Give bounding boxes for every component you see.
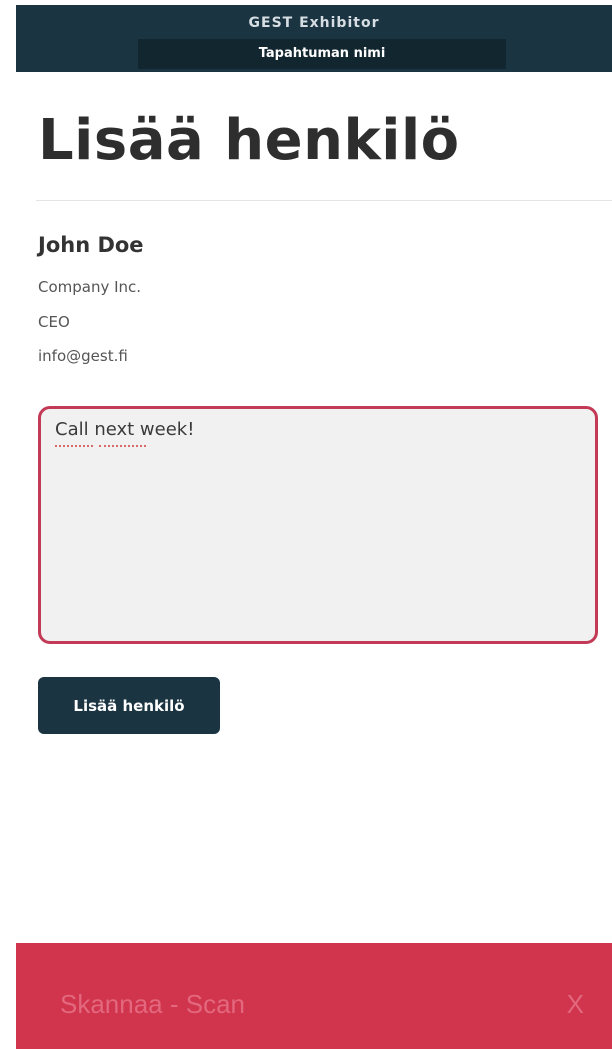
app-header: GEST Exhibitor Tapahtuman nimi (16, 5, 612, 72)
contact-email: info@gest.fi (38, 347, 128, 365)
title-divider (36, 200, 612, 201)
note-textarea[interactable] (38, 406, 598, 644)
event-name[interactable]: Tapahtuman nimi (138, 39, 506, 69)
spellcheck-underline (99, 443, 146, 447)
contact-role: CEO (38, 313, 70, 331)
contact-company: Company Inc. (38, 278, 142, 296)
page-title: Lisää henkilö (38, 108, 460, 173)
scan-label[interactable]: Skannaa - Scan (60, 989, 245, 1020)
add-person-screen: GEST Exhibitor Tapahtuman nimi Lisää hen… (0, 0, 612, 1049)
add-person-button[interactable]: Lisää henkilö (38, 677, 220, 734)
spellcheck-underline (55, 443, 93, 447)
contact-name: John Doe (38, 233, 144, 257)
app-title: GEST Exhibitor (248, 15, 380, 31)
close-icon[interactable]: X (567, 989, 584, 1020)
scan-bar[interactable]: Skannaa - Scan X (16, 943, 612, 1049)
